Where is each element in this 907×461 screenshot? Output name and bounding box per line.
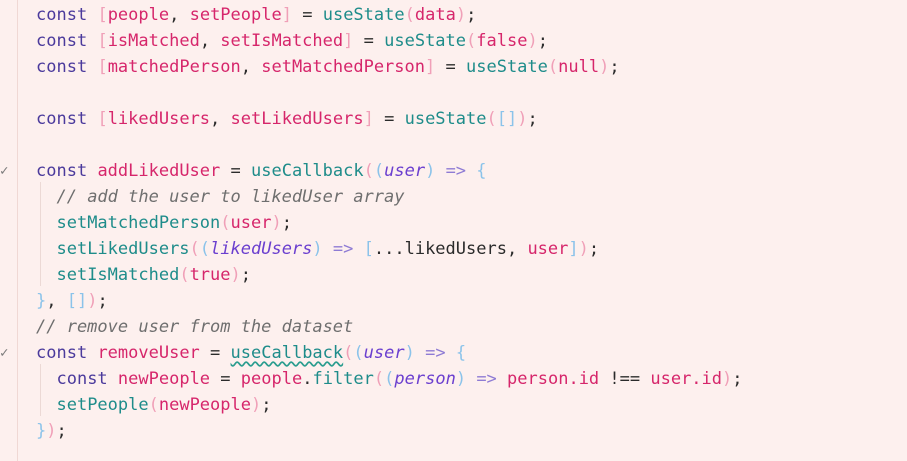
fold-marker-icon[interactable]: ✓ (0, 158, 8, 184)
code-line-1[interactable]: const [people, setPeople] = useState(dat… (36, 2, 476, 28)
code-editor[interactable]: ✓ ✓ const [people, setPeople] = useState… (0, 0, 907, 461)
code-line-17[interactable]: }); (36, 418, 67, 444)
code-line-3[interactable]: const [matchedPerson, setMatchedPerson] … (36, 54, 620, 80)
code-line-2[interactable]: const [isMatched, setIsMatched] = useSta… (36, 28, 548, 54)
code-line-14[interactable]: const removeUser = useCallback((user) =>… (36, 340, 466, 366)
code-line-9[interactable]: setMatchedPerson(user); (36, 210, 291, 236)
code-line-5[interactable]: const [likedUsers, setLikedUsers] = useS… (36, 106, 538, 132)
code-line-15[interactable]: const newPeople = people.filter((person)… (36, 366, 742, 392)
code-line-13[interactable]: // remove user from the dataset (36, 314, 353, 340)
code-line-12[interactable]: }, []); (36, 288, 108, 314)
fold-marker-icon[interactable]: ✓ (0, 340, 8, 366)
code-line-8[interactable]: // add the user to likedUser array (36, 184, 404, 210)
code-line-10[interactable]: setLikedUsers((likedUsers) => [...likedU… (36, 236, 599, 262)
code-line-16[interactable]: setPeople(newPeople); (36, 392, 271, 418)
code-line-11[interactable]: setIsMatched(true); (36, 262, 251, 288)
gutter-border (17, 0, 18, 461)
code-line-7[interactable]: const addLikedUser = useCallback((user) … (36, 158, 487, 184)
